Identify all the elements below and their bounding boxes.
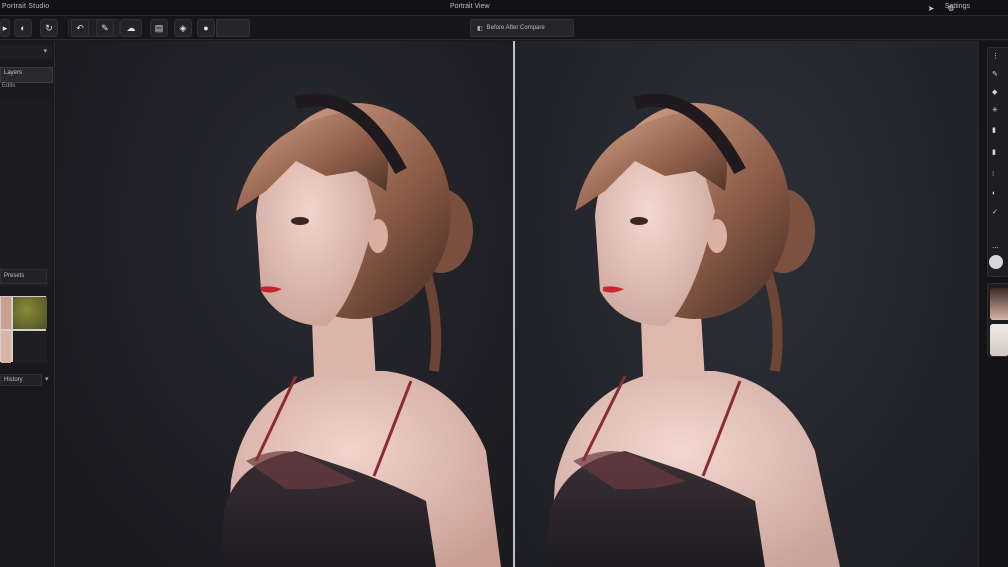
panel-header: ▾ [0, 45, 53, 59]
compare-mode[interactable]: ◧ Before After Compare [470, 19, 574, 37]
tool-options[interactable] [216, 19, 250, 37]
slider-icon[interactable]: ▮ [992, 126, 996, 134]
cloud-button[interactable]: ☁ [120, 19, 142, 37]
toolbar: ▸ ◐ ↻ ↶ ✎ ☁ ▤ ◈ ● ◧ Before After Compare [0, 16, 1008, 40]
export-icon[interactable]: ➤ [926, 3, 936, 13]
sun-icon[interactable]: ✳ [992, 106, 998, 114]
tool-icon-1[interactable]: ⋮ [992, 52, 999, 60]
settings-label[interactable]: Settings [945, 3, 970, 10]
cloud-icon: ☁ [126, 22, 136, 33]
dot-button[interactable]: ● [197, 19, 215, 37]
preset-thumb-texture[interactable] [13, 297, 47, 329]
contrast-icon[interactable]: ◐ [992, 190, 996, 197]
portrait-after-image [545, 93, 840, 567]
presets-section[interactable]: Presets [0, 269, 47, 284]
menu-icon: ▸ [2, 22, 8, 33]
pen-icon: ✎ [101, 22, 109, 33]
preset-thumb-skin[interactable] [1, 297, 11, 329]
portrait-before-image [221, 93, 501, 567]
layer-list [0, 97, 53, 287]
collapse-icon[interactable]: ▾ [43, 47, 47, 55]
undo-icon: ↶ [76, 22, 84, 33]
intensity-knob[interactable] [989, 255, 1003, 269]
preset-thumb-dark[interactable] [13, 331, 47, 363]
compare-icon: ◧ [477, 25, 483, 32]
document-title: Portrait View [450, 3, 490, 10]
canvas-after[interactable] [515, 41, 978, 567]
left-panel: ▾ Layers Edits Presets History ▾ [0, 41, 55, 567]
mask-icon: ◐ [20, 23, 26, 33]
document-button[interactable]: ▤ [150, 19, 168, 37]
edits-sublabel: Edits [2, 83, 16, 89]
slider-icon-2[interactable]: ▮ [992, 148, 996, 156]
refresh-icon: ↻ [45, 22, 53, 33]
variant-thumb-2[interactable] [990, 324, 1008, 356]
chevron-down-icon[interactable]: ▾ [45, 375, 49, 383]
preset-thumb-tone[interactable] [1, 331, 11, 363]
app-title: Portrait Studio [2, 3, 50, 10]
document-icon: ▤ [154, 22, 164, 33]
more-icon[interactable]: ⋯ [992, 244, 999, 252]
undo-button[interactable]: ↶ [71, 19, 89, 37]
shield-button[interactable]: ◈ [174, 19, 192, 37]
mask-button[interactable]: ◐ [14, 19, 32, 37]
adjustment-tools: ⋮ ✎ ◆ ✳ ▮ ▮ ⁝ ◐ ✓ ⋯ [987, 47, 1008, 277]
sidebar-toggle-button[interactable]: ▸ [0, 19, 10, 37]
layers-item[interactable]: Layers [0, 67, 53, 83]
brush-icon[interactable]: ✎ [992, 70, 998, 78]
dots-icon[interactable]: ⁝ [992, 170, 994, 178]
drop-icon[interactable]: ◆ [992, 88, 997, 96]
right-panel: ⋮ ✎ ◆ ✳ ▮ ▮ ⁝ ◐ ✓ ⋯ [978, 41, 1008, 567]
shield-icon: ◈ [179, 22, 187, 33]
history-button[interactable]: History [0, 374, 42, 386]
dot-icon: ● [203, 23, 209, 33]
preset-thumbnails [0, 296, 47, 363]
check-icon[interactable]: ✓ [992, 208, 998, 216]
title-bar: Portrait Studio Portrait View ➤ ⚙ Settin… [0, 0, 1008, 16]
compare-label: Before After Compare [486, 25, 545, 31]
variant-thumbnails [987, 283, 1008, 357]
refresh-button[interactable]: ↻ [40, 19, 58, 37]
canvas-before[interactable] [56, 41, 513, 567]
pen-button[interactable]: ✎ [96, 19, 114, 37]
variant-thumb-1[interactable] [990, 288, 1008, 320]
